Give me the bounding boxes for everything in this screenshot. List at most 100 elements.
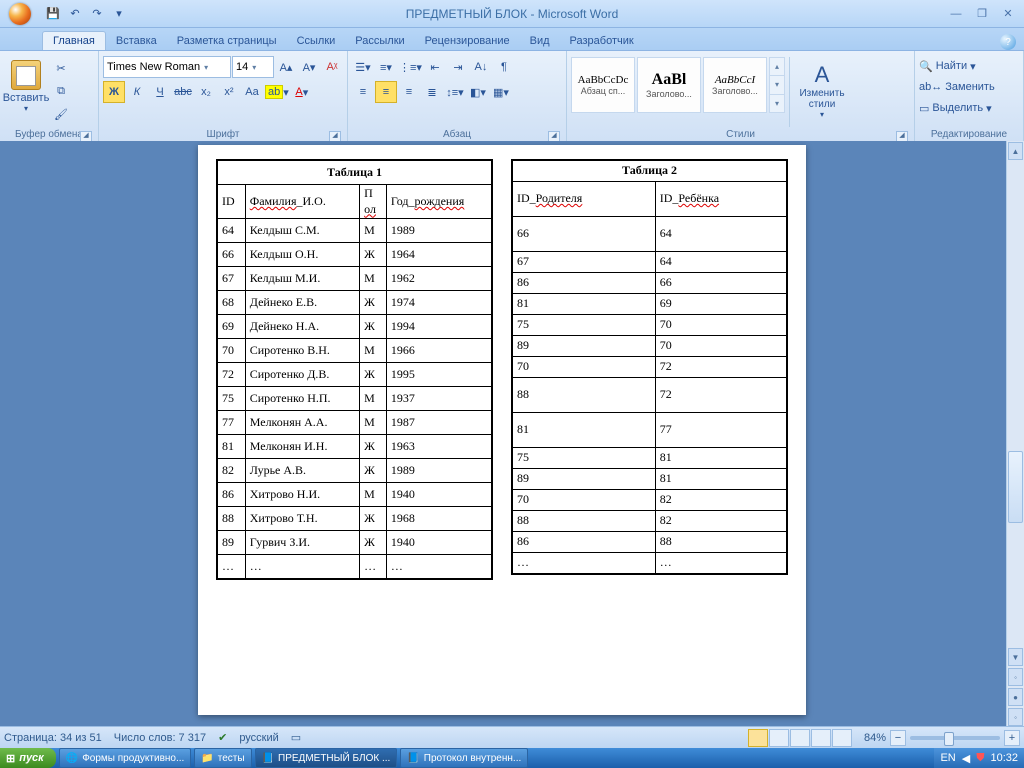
font-size-combo[interactable]: 14▾	[232, 56, 274, 78]
zoom-slider[interactable]	[910, 736, 1000, 740]
taskbar-item-2[interactable]: 📘 ПРЕДМЕТНЫЙ БЛОК ...	[255, 748, 398, 768]
tab-references[interactable]: Ссылки	[287, 32, 346, 50]
tab-developer[interactable]: Разработчик	[560, 32, 644, 50]
group-paragraph: ☰▾ ≡▾ ⋮≡▾ ⇤ ⇥ A↓ ¶ ≡ ≡ ≡ ≣ ↕≡▾ ◧▾ ▦▾ Абз…	[348, 51, 567, 143]
replace-button[interactable]: ab↔ Заменить	[919, 77, 995, 97]
page-viewport[interactable]: Таблица 1IDФамилия_И.О.ПолГод_рождения64…	[0, 141, 1006, 727]
align-center-button[interactable]: ≡	[375, 81, 397, 103]
qat-save[interactable]: 💾	[44, 5, 62, 23]
tab-insert[interactable]: Вставка	[106, 32, 167, 50]
paste-button[interactable]: Вставить ▾	[4, 53, 48, 119]
select-button[interactable]: ▭ Выделить ▾	[919, 98, 995, 118]
scroll-down-button[interactable]: ▼	[1008, 648, 1023, 666]
zoom-out-button[interactable]: −	[890, 730, 906, 746]
grow-font-button[interactable]: A▴	[275, 56, 297, 78]
tray-language[interactable]: EN	[940, 752, 955, 764]
zoom-slider-thumb[interactable]	[944, 732, 954, 746]
show-marks-button[interactable]: ¶	[493, 56, 515, 78]
taskbar-item-1[interactable]: 📁 тесты	[194, 748, 251, 768]
taskbar-item-0[interactable]: 🌐 Формы продуктивно...	[59, 748, 192, 768]
qat-undo[interactable]: ↶	[66, 5, 84, 23]
group-clipboard: Вставить ▾ ✂ ⧉ 🖌 Буфер обмена◢	[0, 51, 99, 143]
scroll-thumb[interactable]	[1008, 451, 1023, 523]
bold-button[interactable]: Ж	[103, 81, 125, 103]
paste-icon	[11, 60, 41, 90]
vertical-scrollbar[interactable]: ▲ ▼ ◦ ● ◦	[1006, 141, 1024, 727]
scroll-track[interactable]	[1007, 161, 1024, 647]
italic-button[interactable]: К	[126, 81, 148, 103]
styles-gallery-more[interactable]: ▴▾▾	[769, 57, 785, 113]
table-2: Таблица 2ID_РодителяID_Ребёнка6664676486…	[511, 159, 788, 580]
align-right-button[interactable]: ≡	[398, 81, 420, 103]
status-insert-mode-icon[interactable]: ▭	[291, 731, 301, 744]
help-button[interactable]: ?	[1000, 34, 1016, 50]
decrease-indent-button[interactable]: ⇤	[424, 56, 446, 78]
status-words[interactable]: Число слов: 7 317	[114, 732, 206, 744]
increase-indent-button[interactable]: ⇥	[447, 56, 469, 78]
view-outline[interactable]	[811, 729, 831, 747]
change-styles-button[interactable]: A Изменить стили ▾	[794, 57, 850, 123]
borders-button[interactable]: ▦▾	[490, 81, 512, 103]
style-item-2[interactable]: AaBbCcIЗаголово...	[703, 57, 767, 113]
subscript-button[interactable]: x₂	[195, 81, 217, 103]
view-print-layout[interactable]	[748, 729, 768, 747]
styles-gallery: AaBbCcDcАбзац сп... AaBlЗаголово... AaBb…	[571, 57, 785, 113]
office-button[interactable]	[0, 0, 40, 27]
strike-button[interactable]: abc	[172, 81, 194, 103]
zoom-level[interactable]: 84%	[864, 732, 886, 744]
view-full-screen[interactable]	[769, 729, 789, 747]
format-painter-button[interactable]: 🖌	[50, 103, 72, 125]
start-button[interactable]: ⊞пуск	[0, 748, 56, 768]
underline-button[interactable]: Ч	[149, 81, 171, 103]
tab-review[interactable]: Рецензирование	[415, 32, 520, 50]
shading-button[interactable]: ◧▾	[467, 81, 489, 103]
style-item-1[interactable]: AaBlЗаголово...	[637, 57, 701, 113]
copy-button[interactable]: ⧉	[50, 80, 72, 102]
justify-button[interactable]: ≣	[421, 81, 443, 103]
view-web-layout[interactable]	[790, 729, 810, 747]
bullets-button[interactable]: ☰▾	[352, 56, 374, 78]
tray-icon-2[interactable]: ⛊	[976, 752, 984, 765]
document-area: Таблица 1IDФамилия_И.О.ПолГод_рождения64…	[0, 141, 1024, 727]
change-styles-label: Изменить стили	[794, 88, 850, 110]
change-case-button[interactable]: Aa	[241, 81, 263, 103]
superscript-button[interactable]: x²	[218, 81, 240, 103]
scroll-up-button[interactable]: ▲	[1008, 142, 1023, 160]
qat-redo[interactable]: ↷	[88, 5, 106, 23]
tab-mailings[interactable]: Рассылки	[345, 32, 414, 50]
align-left-button[interactable]: ≡	[352, 81, 374, 103]
numbering-button[interactable]: ≡▾	[375, 56, 397, 78]
status-proofing-icon[interactable]: ✔	[218, 731, 227, 744]
highlight-button[interactable]: ab▾	[264, 81, 290, 103]
line-spacing-button[interactable]: ↕≡▾	[444, 81, 466, 103]
qat-customize[interactable]: ▾	[110, 5, 128, 23]
view-draft[interactable]	[832, 729, 852, 747]
maximize-button[interactable]: ❐	[972, 7, 992, 21]
next-page-button[interactable]: ◦	[1008, 708, 1023, 726]
font-family-combo[interactable]: Times New Roman▾	[103, 56, 231, 78]
multilevel-button[interactable]: ⋮≡▾	[398, 56, 423, 78]
sort-button[interactable]: A↓	[470, 56, 492, 78]
font-color-button[interactable]: A▾	[291, 81, 313, 103]
tray-clock[interactable]: 10:32	[990, 752, 1018, 764]
status-page[interactable]: Страница: 34 из 51	[4, 732, 102, 744]
find-button[interactable]: 🔍 Найти ▾	[919, 56, 995, 76]
tab-view[interactable]: Вид	[520, 32, 560, 50]
tab-home[interactable]: Главная	[42, 31, 106, 50]
browse-object-button[interactable]: ●	[1008, 688, 1023, 706]
minimize-button[interactable]: —	[946, 7, 966, 21]
office-orb-icon	[9, 3, 31, 25]
close-button[interactable]: ✕	[998, 7, 1018, 21]
clear-formatting-button[interactable]: Aᵡ	[321, 56, 343, 78]
taskbar-item-3[interactable]: 📘 Протокол внутренн...	[400, 748, 528, 768]
zoom-in-button[interactable]: +	[1004, 730, 1020, 746]
tray-icon-1[interactable]: ◀	[962, 752, 970, 765]
system-tray: EN ◀ ⛊ 10:32	[934, 748, 1024, 768]
prev-page-button[interactable]: ◦	[1008, 668, 1023, 686]
cut-button[interactable]: ✂	[50, 57, 72, 79]
tab-page-layout[interactable]: Разметка страницы	[167, 32, 287, 50]
status-language[interactable]: русский	[239, 732, 278, 744]
style-item-0[interactable]: AaBbCcDcАбзац сп...	[571, 57, 635, 113]
taskbar: ⊞пуск 🌐 Формы продуктивно... 📁 тесты 📘 П…	[0, 748, 1024, 768]
shrink-font-button[interactable]: A▾	[298, 56, 320, 78]
